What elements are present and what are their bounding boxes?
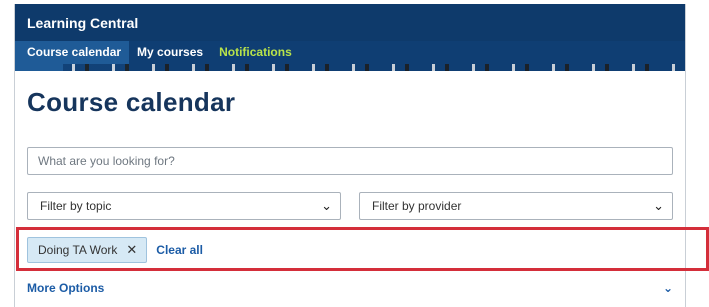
filter-row: Filter by topic ⌄ Filter by provider ⌄ [27,192,673,220]
main-content: Course calendar Filter by topic ⌄ Filter… [15,87,685,295]
more-options-label: More Options [27,281,105,295]
topic-filter-select[interactable]: Filter by topic ⌄ [27,192,341,220]
search-input[interactable] [27,147,673,175]
filter-chip: Doing TA Work ✕ [27,237,148,263]
provider-filter-select[interactable]: Filter by provider ⌄ [359,192,673,220]
app-title: Learning Central [27,14,139,31]
page-title: Course calendar [27,87,236,117]
topic-filter-label: Filter by topic [40,199,112,213]
filter-chip-label: Doing TA Work [38,243,118,257]
main-nav: Course calendar My courses Notifications [15,41,685,71]
chevron-down-icon: ⌄ [662,281,673,295]
nav-render-artifact [63,64,677,71]
more-options-toggle[interactable]: More Options ⌄ [27,281,673,295]
provider-filter-label: Filter by provider [372,199,462,213]
active-filters: Doing TA Work ✕ Clear all [27,237,673,263]
clear-all-link[interactable]: Clear all [156,243,203,257]
chevron-down-icon: ⌄ [321,198,332,213]
app-window: Learning Central Course calendar My cour… [14,4,686,307]
chevron-down-icon: ⌄ [653,198,664,213]
app-title-bar: Learning Central [15,4,685,41]
close-icon[interactable]: ✕ [126,242,137,258]
